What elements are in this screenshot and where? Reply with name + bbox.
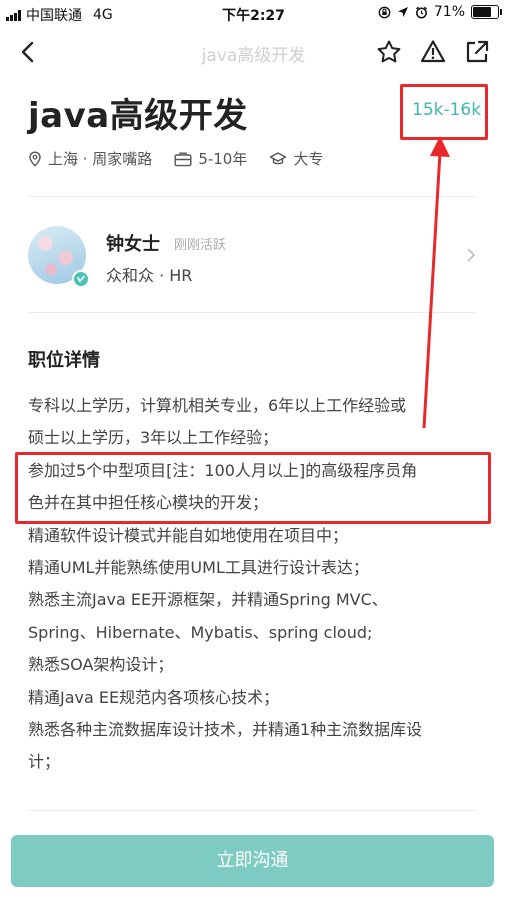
chat-now-button[interactable]: 立即沟通 [11, 835, 494, 887]
divider-bottom [28, 810, 477, 811]
annotation-arrow [422, 136, 450, 429]
